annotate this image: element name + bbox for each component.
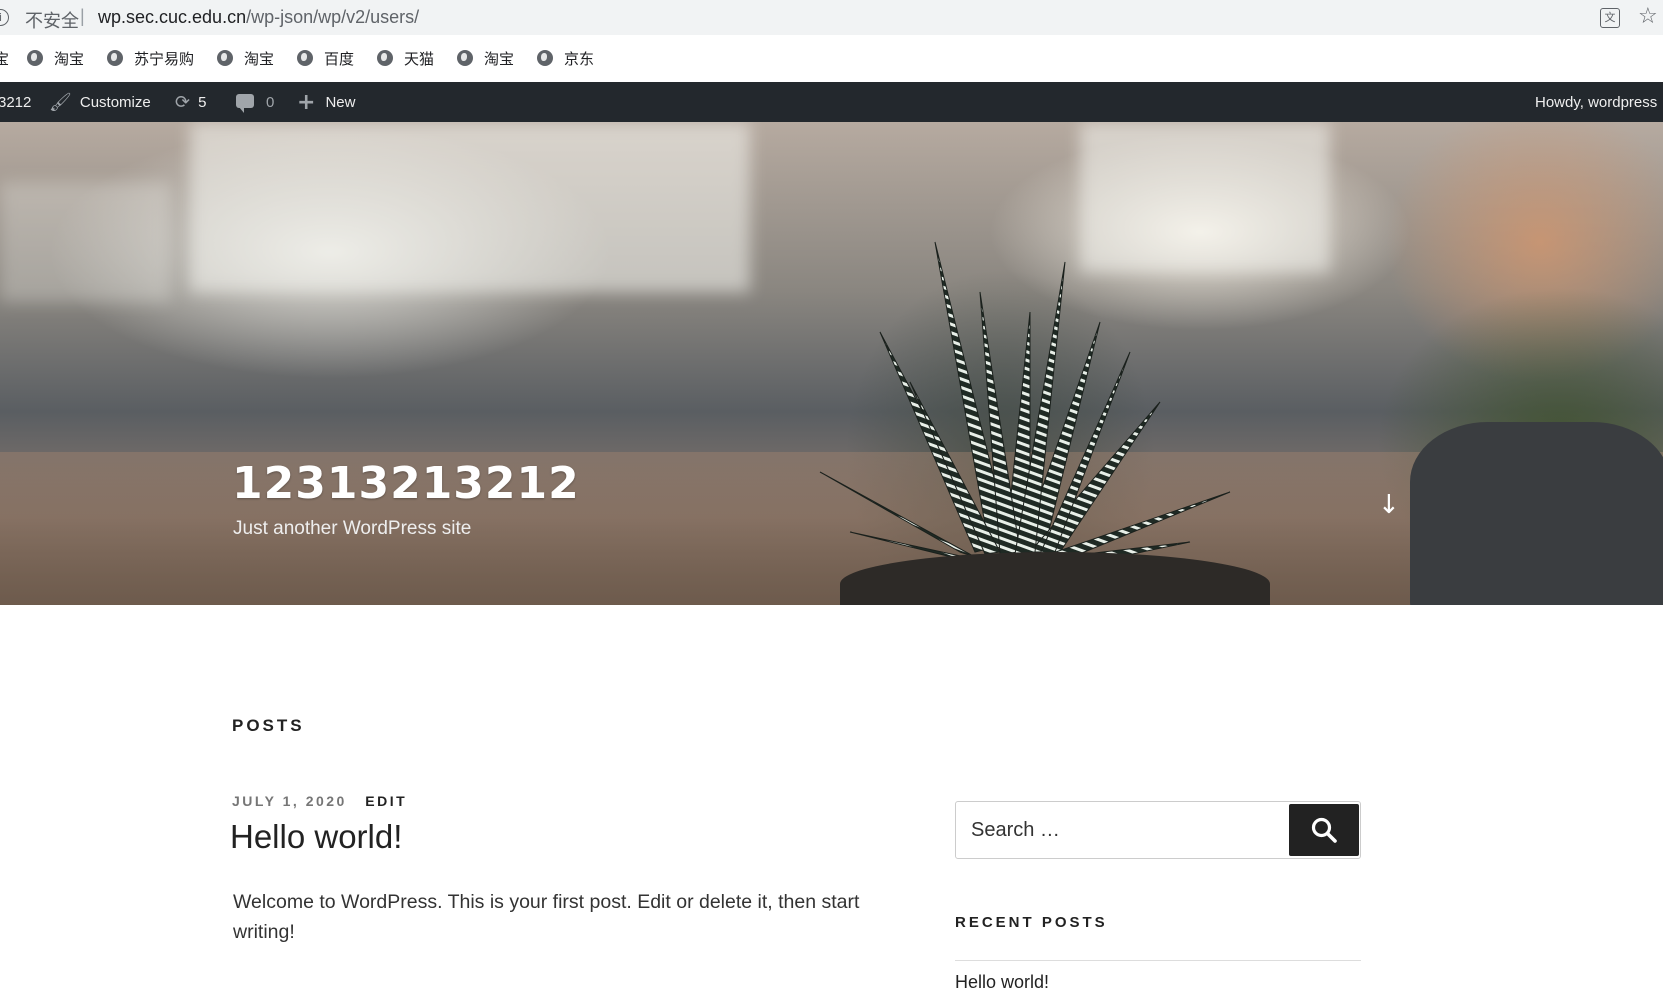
bookmark-label: 淘宝 — [484, 50, 515, 68]
new-label: New — [325, 93, 356, 111]
customize-label: Customize — [79, 93, 151, 111]
bookmark-label: 百度 — [324, 50, 355, 68]
entry-meta: JULY 1, 2020 EDIT — [232, 793, 407, 809]
background-pot — [1410, 422, 1663, 605]
window-blur — [190, 122, 750, 292]
comments-count: 0 — [266, 93, 275, 111]
header-image: 12313213212 Just another WordPress site … — [0, 122, 1663, 605]
bookmark-item[interactable]: 淘宝 — [217, 48, 274, 68]
adminbar-updates[interactable]: ⟳ 5 — [175, 82, 206, 122]
bookmark-partial[interactable]: 宝 — [0, 48, 9, 69]
bookmark-item[interactable]: 天猫 — [377, 48, 434, 68]
bookmark-label: 苏宁易购 — [134, 50, 195, 68]
bookmark-label: 天猫 — [404, 50, 435, 68]
search-button[interactable] — [1289, 804, 1359, 856]
adminbar-customize[interactable]: 🖌 Customize — [49, 82, 151, 122]
plus-icon: + — [297, 89, 316, 115]
bookmark-item[interactable]: 京东 — [537, 48, 594, 68]
bookmark-label: 京东 — [564, 50, 595, 68]
adminbar-howdy[interactable]: Howdy, wordpress — [1535, 82, 1657, 122]
page-heading: POSTS — [232, 716, 305, 735]
recent-post-link[interactable]: Hello world! — [955, 972, 1049, 993]
globe-icon — [457, 50, 473, 66]
globe-icon — [297, 50, 313, 66]
post-date[interactable]: JULY 1, 2020 — [232, 793, 347, 809]
bookmark-item[interactable]: 苏宁易购 — [107, 48, 194, 68]
comment-icon — [236, 94, 254, 113]
translate-icon[interactable]: 文 — [1600, 8, 1620, 28]
globe-icon — [217, 50, 233, 66]
recent-posts-heading: RECENT POSTS — [955, 914, 1108, 931]
adminbar-comments[interactable]: 0 — [236, 82, 274, 122]
insecure-label[interactable]: 不安全 — [25, 7, 79, 33]
bookmarks-bar: 宝 淘宝 苏宁易购 淘宝 百度 天猫 淘宝 京东 — [0, 35, 1663, 83]
info-icon[interactable]: i — [0, 9, 9, 26]
globe-icon — [377, 50, 393, 66]
divider — [955, 960, 1361, 961]
search-form — [955, 801, 1361, 859]
bookmark-item[interactable]: 淘宝 — [457, 48, 514, 68]
star-icon[interactable]: ☆ — [1638, 4, 1658, 29]
url-text[interactable]: wp.sec.cuc.edu.cn/wp-json/wp/v2/users/ — [98, 7, 419, 28]
bookmark-item[interactable]: 百度 — [297, 48, 354, 68]
bookmark-label: 淘宝 — [54, 50, 85, 68]
adminbar-new[interactable]: + New — [297, 82, 355, 122]
separator: | — [80, 6, 85, 26]
wp-admin-bar: 3212 🖌 Customize ⟳ 5 0 + New Howdy, word… — [0, 82, 1663, 122]
globe-icon — [107, 50, 123, 66]
search-input[interactable] — [956, 802, 1286, 858]
edit-link[interactable]: EDIT — [365, 793, 407, 809]
brush-icon: 🖌 — [49, 91, 72, 113]
bookmark-item[interactable]: 淘宝 — [27, 48, 84, 68]
post-excerpt: Welcome to WordPress. This is your first… — [233, 891, 860, 943]
arrow-down-icon[interactable]: ↓ — [1378, 490, 1402, 520]
address-bar[interactable]: i 不安全 | wp.sec.cuc.edu.cn/wp-json/wp/v2/… — [0, 0, 1663, 35]
site-title[interactable]: 12313213212 — [232, 458, 580, 509]
adminbar-site-name[interactable]: 3212 — [0, 82, 31, 122]
url-path: /wp-json/wp/v2/users/ — [246, 7, 420, 27]
search-icon — [1311, 817, 1337, 843]
url-host: wp.sec.cuc.edu.cn — [98, 7, 247, 27]
window-blur — [0, 182, 170, 302]
globe-icon — [27, 50, 43, 66]
post-title[interactable]: Hello world! — [230, 818, 402, 856]
bookmark-label: 淘宝 — [244, 50, 275, 68]
globe-icon — [537, 50, 553, 66]
updates-count: 5 — [198, 93, 207, 111]
refresh-icon: ⟳ — [175, 91, 191, 113]
site-description: Just another WordPress site — [233, 518, 472, 539]
